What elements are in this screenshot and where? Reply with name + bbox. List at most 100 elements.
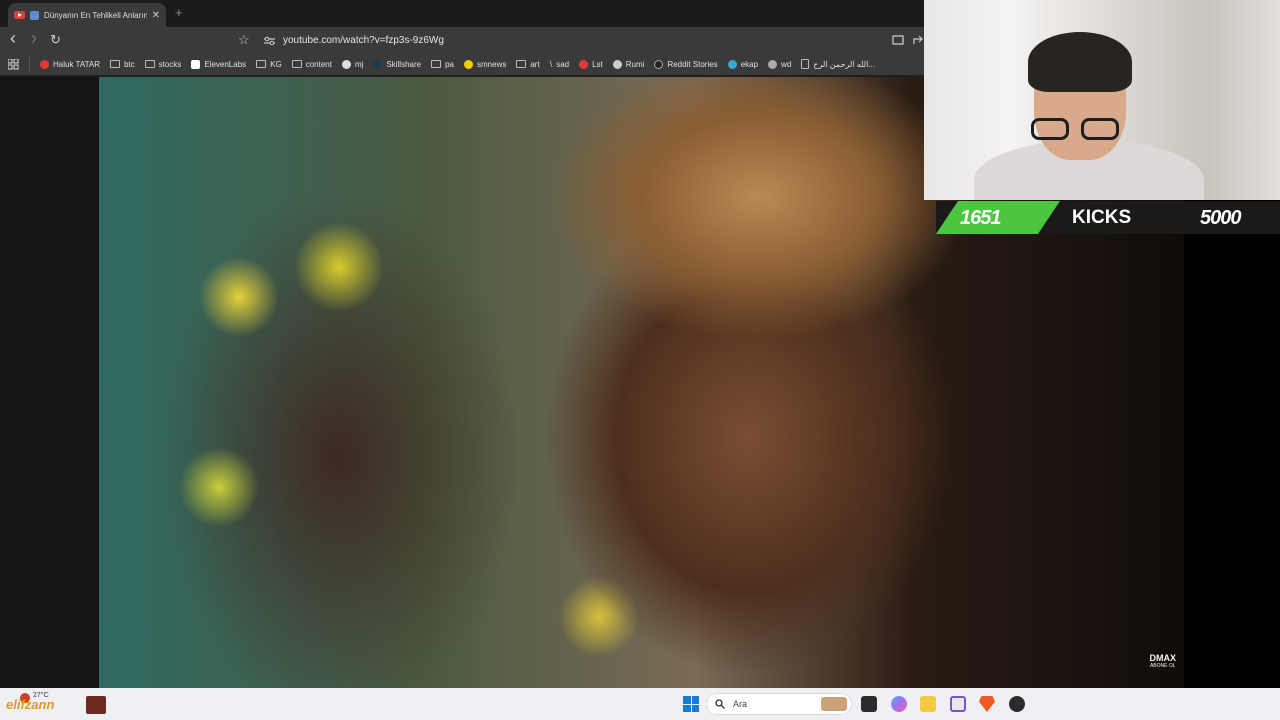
- bird-icon: [727, 59, 737, 69]
- kicks-current: 1651: [960, 207, 1001, 229]
- bookmark-item[interactable]: Reddit Stories: [654, 59, 718, 69]
- bookmark-label: Haluk TATAR: [53, 59, 100, 69]
- bookmark-label: الله الرحمن الرح...: [813, 59, 875, 69]
- s-icon: [579, 59, 589, 69]
- bookmark-label: Reddit Stories: [667, 59, 718, 69]
- bookmark-label: Lst: [592, 59, 603, 69]
- tab-title: Dünyanın En Tehlikeli Anların: [44, 10, 147, 20]
- webcam-person-glasses: [1031, 118, 1131, 142]
- search-placeholder: Ara: [733, 699, 748, 709]
- kicks-goal: 5000: [1200, 207, 1241, 229]
- folder-icon: [256, 60, 267, 68]
- globe-icon: [768, 59, 778, 69]
- slash-icon: \: [549, 59, 553, 69]
- kicks-goal-bar: 1651 KICKS 5000: [936, 201, 1280, 234]
- bookmarks-divider: [29, 57, 30, 71]
- taskview-icon[interactable]: [861, 696, 877, 712]
- folder-icon: [291, 60, 302, 68]
- bookmark-item[interactable]: btc: [109, 59, 135, 69]
- address-bar[interactable]: youtube.com/watch?v=fzp3s-9z6Wg: [256, 30, 896, 51]
- channel-watermark: DMAX ABONE OL: [1150, 654, 1177, 670]
- weather-temperature: 27°C: [33, 692, 49, 699]
- bookmark-label: ElevenLabs: [204, 59, 247, 69]
- windows-start-icon[interactable]: [683, 696, 699, 712]
- bookmark-item[interactable]: smnews: [464, 59, 507, 69]
- url-text: youtube.com/watch?v=fzp3s-9z6Wg: [283, 35, 444, 46]
- youtube-icon: [40, 59, 49, 69]
- weather-brand: elifzann: [6, 697, 55, 712]
- bookmark-label: stocks: [158, 59, 182, 69]
- folder-icon: [516, 60, 527, 68]
- bookmark-label: smnews: [477, 59, 507, 69]
- tab-close-icon[interactable]: ✕: [152, 10, 160, 21]
- bookmark-item[interactable]: ekap: [727, 59, 759, 69]
- snipping-tool-icon[interactable]: [950, 696, 966, 712]
- tab-active[interactable]: Dünyanın En Tehlikeli Anların ✕: [8, 3, 166, 27]
- screen: Dünyanın En Tehlikeli Anların ✕ + ‹ › ↻ …: [0, 0, 1280, 720]
- bookmark-label: mj: [354, 59, 364, 69]
- bookmark-label: btc: [123, 59, 135, 69]
- taskbar: elifzann 27°C Ara: [0, 688, 1280, 720]
- bookmark-item[interactable]: content: [291, 59, 332, 69]
- cast-icon[interactable]: [892, 35, 904, 45]
- webcam-person-hair: [1028, 32, 1132, 92]
- brave-icon[interactable]: [979, 696, 995, 712]
- bookmark-item[interactable]: ElevenLabs: [191, 59, 247, 69]
- smiley-icon: [464, 59, 473, 69]
- bookmark-item[interactable]: wd: [768, 59, 792, 69]
- bookmark-item[interactable]: Skillshare: [373, 59, 422, 69]
- bookmark-label: wd: [781, 59, 792, 69]
- github-icon: [341, 59, 351, 69]
- bookmark-item[interactable]: Lst: [579, 59, 603, 69]
- obs-icon[interactable]: [1009, 696, 1025, 712]
- elevenlabs-icon: [191, 59, 201, 69]
- globe-icon: [612, 59, 622, 69]
- site-info-icon[interactable]: [264, 36, 275, 46]
- apps-grid-icon[interactable]: [8, 58, 19, 70]
- browser-toolbar: ‹ › ↻ ☆ youtube.com/watch?v=fzp3s-9z6Wg: [0, 27, 924, 53]
- tab-strip: Dünyanın En Tehlikeli Anların ✕ +: [0, 0, 924, 27]
- bookmark-star-icon[interactable]: ☆: [238, 32, 250, 48]
- bookmark-label: ekap: [740, 59, 759, 69]
- page-icon: [801, 59, 810, 69]
- bookmark-item[interactable]: Rumi: [612, 59, 645, 69]
- bookmark-item[interactable]: art: [516, 59, 540, 69]
- search-icon: [715, 699, 725, 709]
- search-highlight-icon: [821, 697, 847, 711]
- webcam-overlay: [924, 0, 1280, 200]
- bookmark-label: art: [530, 59, 540, 69]
- taskbar-search[interactable]: Ara: [706, 693, 852, 715]
- bookmark-item[interactable]: \ sad: [550, 59, 569, 69]
- bookmark-label: content: [305, 59, 332, 69]
- bookmark-item[interactable]: KG: [256, 60, 282, 69]
- new-tab-button[interactable]: +: [175, 5, 183, 20]
- bookmark-item[interactable]: الله الرحمن الرح...: [801, 59, 875, 69]
- pinned-app-icon[interactable]: [86, 696, 106, 714]
- bookmark-label: pa: [445, 59, 454, 69]
- reload-button[interactable]: ↻: [50, 32, 61, 48]
- file-explorer-icon[interactable]: [920, 696, 936, 712]
- watermark-subtitle: ABONE OL: [1149, 663, 1176, 669]
- forward-button[interactable]: ›: [31, 29, 37, 47]
- bookmark-label: Skillshare: [386, 59, 422, 69]
- d-icon: [654, 59, 664, 69]
- bookmark-item[interactable]: stocks: [144, 59, 182, 69]
- bookmark-item[interactable]: pa: [431, 60, 454, 69]
- folder-icon: [144, 60, 155, 68]
- bookmark-label: KG: [270, 59, 282, 69]
- back-button[interactable]: ‹: [10, 29, 16, 47]
- bookmark-label: sad: [556, 59, 570, 69]
- skillshare-icon: [373, 59, 383, 69]
- bookmark-item[interactable]: mj: [341, 59, 364, 69]
- folder-icon: [109, 60, 120, 68]
- copilot-icon[interactable]: [891, 696, 907, 712]
- youtube-icon: [14, 11, 25, 19]
- kicks-label: KICKS: [1072, 207, 1132, 228]
- share-icon[interactable]: [912, 34, 924, 46]
- bookmark-item[interactable]: Haluk TATAR: [40, 59, 100, 69]
- weather-widget[interactable]: elifzann 27°C: [6, 692, 78, 715]
- video-letterbox: [0, 77, 99, 688]
- folder-icon: [431, 60, 442, 68]
- tab-group-icon: [30, 10, 39, 20]
- bookmark-label: Rumi: [625, 59, 645, 69]
